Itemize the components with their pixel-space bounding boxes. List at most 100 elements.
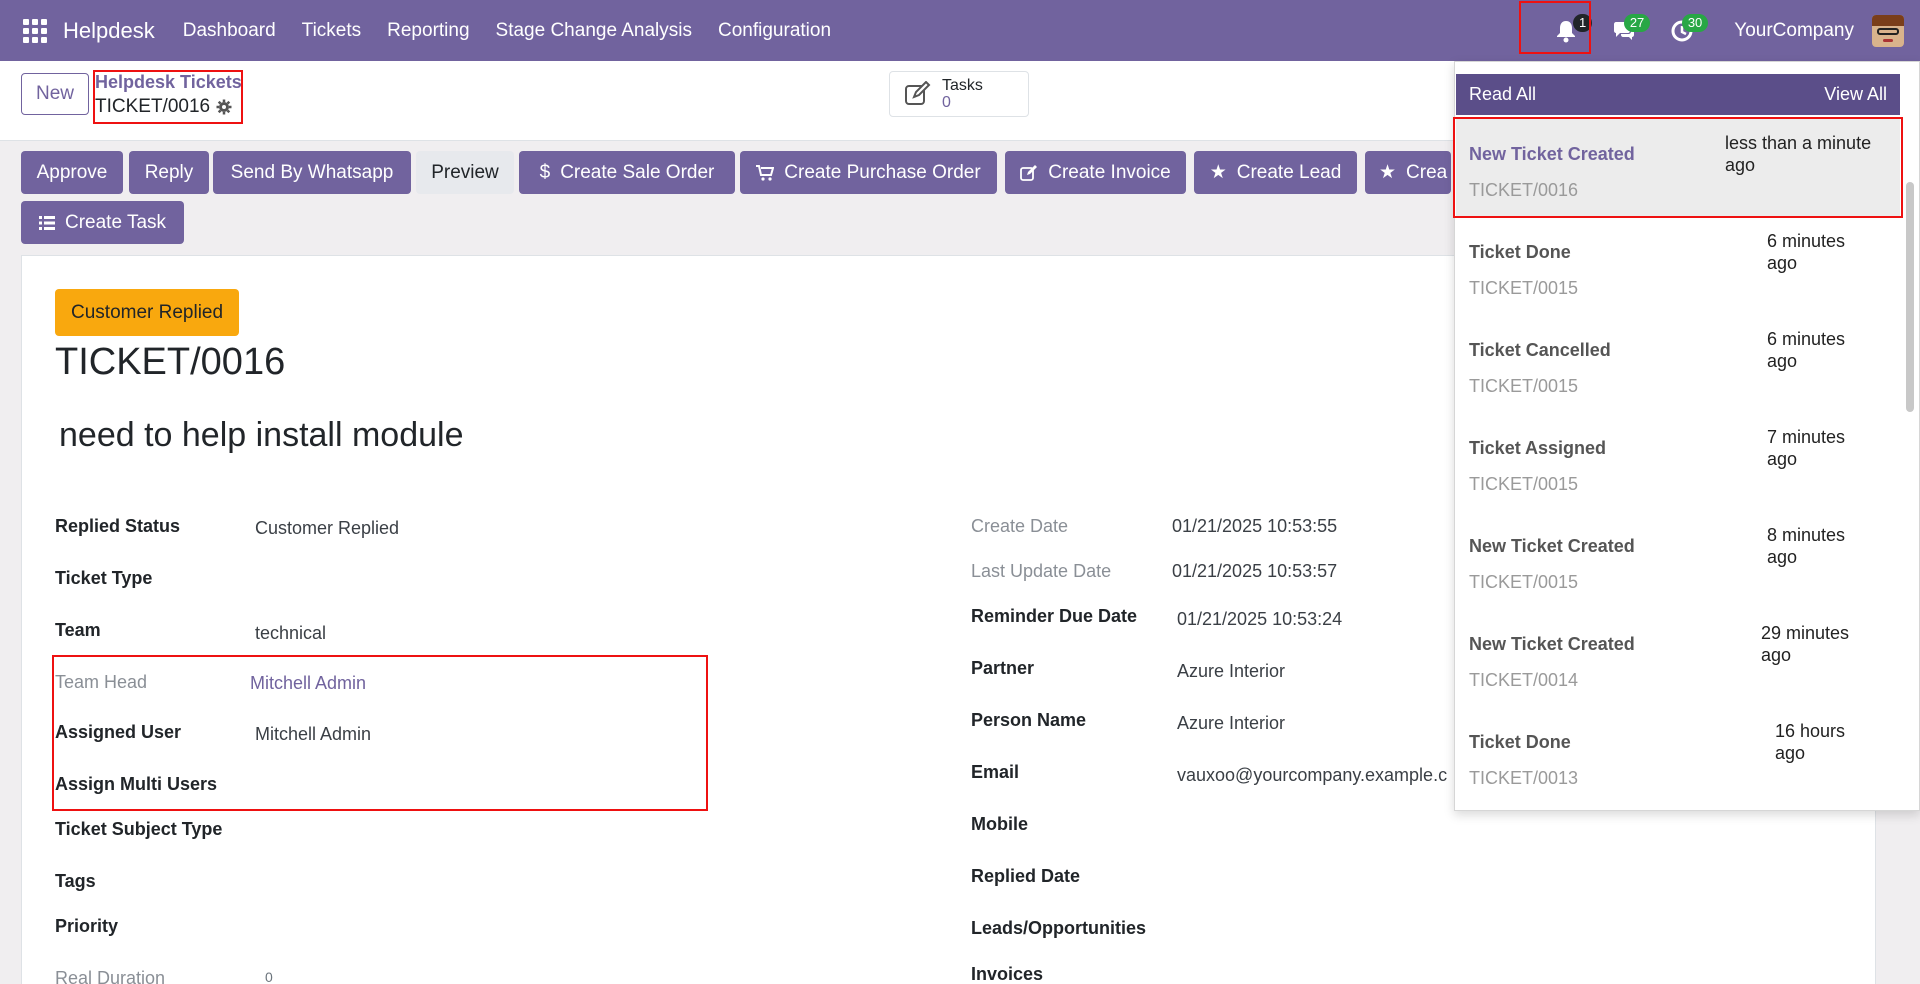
label-mobile: Mobile xyxy=(971,814,1028,834)
edit-icon xyxy=(905,81,931,105)
notification-ticket: TICKET/0015 xyxy=(1469,572,1579,592)
create-sale-order-button[interactable]: $ Create Sale Order xyxy=(519,151,735,194)
status-badge: Customer Replied xyxy=(55,289,240,336)
activities-button[interactable]: 30 xyxy=(1662,11,1709,51)
create-lead-label: Create Lead xyxy=(1236,161,1342,183)
read-all-link[interactable]: Read All xyxy=(1469,84,1536,105)
apps-grid-icon[interactable] xyxy=(23,18,47,43)
edit-icon xyxy=(1020,164,1038,181)
gear-icon[interactable] xyxy=(216,99,232,115)
create-task-label: Create Task xyxy=(64,211,167,233)
label-tags: Tags xyxy=(55,871,96,891)
create-task-button[interactable]: Create Task xyxy=(21,201,184,244)
label-replied-date: Replied Date xyxy=(971,866,1081,886)
notification-title: New Ticket Created xyxy=(1469,634,1635,654)
value-email[interactable]: vauxoo@yourcompany.example.c xyxy=(1177,765,1457,786)
ticket-number: TICKET/0016 xyxy=(55,341,286,383)
label-ticket-subject-type: Ticket Subject Type xyxy=(55,819,223,839)
app-brand[interactable]: Helpdesk xyxy=(63,18,155,44)
notification-item[interactable]: Ticket Assigned TICKET/0015 7 minutes ag… xyxy=(1456,412,1900,510)
notifications-button[interactable]: 1 xyxy=(1546,11,1593,51)
breadcrumb-current-label: TICKET/0016 xyxy=(95,96,211,117)
top-navbar: Helpdesk Dashboard Tickets Reporting Sta… xyxy=(0,0,1920,61)
notifications-badge: 1 xyxy=(1573,13,1593,32)
view-all-link[interactable]: View All xyxy=(1824,84,1887,105)
label-email: Email xyxy=(971,762,1020,782)
notification-ticket: TICKET/0016 xyxy=(1469,180,1579,200)
notification-ticket: TICKET/0013 xyxy=(1469,768,1579,788)
notification-time: 8 minutes ago xyxy=(1767,525,1846,567)
notification-item[interactable]: New Ticket Created TICKET/0016 less than… xyxy=(1456,118,1900,216)
value-last-update-date: 01/21/2025 10:53:57 xyxy=(1172,561,1338,581)
notification-ticket: TICKET/0015 xyxy=(1469,376,1579,396)
company-switcher[interactable]: YourCompany xyxy=(1734,20,1854,42)
breadcrumb-parent[interactable]: Helpdesk Tickets xyxy=(95,72,242,93)
value-team[interactable]: technical xyxy=(255,623,326,644)
reply-button[interactable]: Reply xyxy=(129,151,209,194)
breadcrumb: Helpdesk Tickets TICKET/0016 xyxy=(95,72,242,118)
label-real-duration: Real Duration xyxy=(55,968,166,984)
notification-time: 16 hours ago xyxy=(1775,721,1846,763)
label-assign-multi-users: Assign Multi Users xyxy=(55,774,218,794)
notification-item[interactable]: Ticket Done TICKET/0013 16 hours ago xyxy=(1456,706,1900,804)
create-more-button[interactable]: ★ Crea xyxy=(1365,151,1451,194)
create-invoice-button[interactable]: Create Invoice xyxy=(1005,151,1186,194)
send-whatsapp-button[interactable]: Send By Whatsapp xyxy=(213,151,411,194)
label-leads-opportunities: Leads/Opportunities xyxy=(971,918,1147,938)
create-purchase-order-button[interactable]: Create Purchase Order xyxy=(740,151,997,194)
notification-dropdown: Read All View All New Ticket Created TIC… xyxy=(1454,61,1920,811)
notification-ticket: TICKET/0015 xyxy=(1469,474,1579,494)
list-icon xyxy=(38,215,55,230)
label-team-head: Team Head xyxy=(55,672,148,692)
value-reminder-due-date[interactable]: 01/21/2025 10:53:24 xyxy=(1177,609,1342,630)
preview-button[interactable]: Preview xyxy=(416,151,514,194)
dollar-icon: $ xyxy=(539,161,551,183)
breadcrumb-current: TICKET/0016 xyxy=(95,96,242,118)
notification-item[interactable]: Ticket Done TICKET/0015 6 minutes ago xyxy=(1456,216,1900,314)
create-lead-button[interactable]: ★ Create Lead xyxy=(1194,151,1357,194)
label-reminder-due-date: Reminder Due Date xyxy=(971,606,1138,626)
tasks-label: Tasks xyxy=(942,77,983,94)
create-purchase-order-label: Create Purchase Order xyxy=(784,161,981,183)
value-assigned-user[interactable]: Mitchell Admin xyxy=(255,724,371,745)
menu-configuration[interactable]: Configuration xyxy=(718,20,831,42)
tasks-smart-button[interactable]: Tasks 0 xyxy=(889,71,1029,117)
value-partner[interactable]: Azure Interior xyxy=(1177,661,1285,682)
value-real-duration: 0 xyxy=(265,969,273,984)
star-icon: ★ xyxy=(1209,162,1227,183)
create-invoice-label: Create Invoice xyxy=(1048,161,1171,183)
label-partner: Partner xyxy=(971,658,1035,678)
label-assigned-user: Assigned User xyxy=(55,722,182,742)
notification-title: Ticket Done xyxy=(1469,242,1571,262)
user-avatar[interactable] xyxy=(1872,14,1904,47)
value-replied-status[interactable]: Customer Replied xyxy=(255,518,399,539)
menu-stage-change-analysis[interactable]: Stage Change Analysis xyxy=(496,20,692,42)
label-create-date: Create Date xyxy=(971,516,1069,536)
notification-scrollbar[interactable] xyxy=(1906,182,1914,412)
create-more-label: Crea xyxy=(1406,161,1448,183)
value-team-head[interactable]: Mitchell Admin xyxy=(250,673,366,694)
notification-time: less than a minute ago xyxy=(1725,133,1872,175)
notification-title: Ticket Assigned xyxy=(1469,438,1607,458)
notification-item[interactable]: New Ticket Created TICKET/0015 8 minutes… xyxy=(1456,510,1900,608)
star-icon: ★ xyxy=(1379,162,1397,183)
messages-button[interactable]: 27 xyxy=(1604,11,1651,51)
notification-title: New Ticket Created xyxy=(1469,144,1635,164)
notification-title: Ticket Cancelled xyxy=(1469,340,1611,360)
ticket-name[interactable]: need to help install module xyxy=(59,416,464,455)
new-button[interactable]: New xyxy=(21,73,89,115)
approve-button[interactable]: Approve xyxy=(21,151,123,194)
notification-item[interactable]: Ticket Cancelled TICKET/0015 6 minutes a… xyxy=(1456,314,1900,412)
notification-title: New Ticket Created xyxy=(1469,536,1635,556)
value-person-name[interactable]: Azure Interior xyxy=(1177,713,1285,734)
notification-header: Read All View All xyxy=(1456,74,1900,115)
label-ticket-type: Ticket Type xyxy=(55,568,153,588)
systray: 1 27 30 YourCompany xyxy=(1546,0,1920,61)
notification-item[interactable]: New Ticket Created TICKET/0014 29 minute… xyxy=(1456,608,1900,706)
menu-tickets[interactable]: Tickets xyxy=(302,20,361,42)
menu-dashboard[interactable]: Dashboard xyxy=(183,20,276,42)
label-invoices: Invoices xyxy=(971,964,1044,984)
menu-reporting[interactable]: Reporting xyxy=(387,20,469,42)
label-person-name: Person Name xyxy=(971,710,1087,730)
label-priority: Priority xyxy=(55,916,119,936)
